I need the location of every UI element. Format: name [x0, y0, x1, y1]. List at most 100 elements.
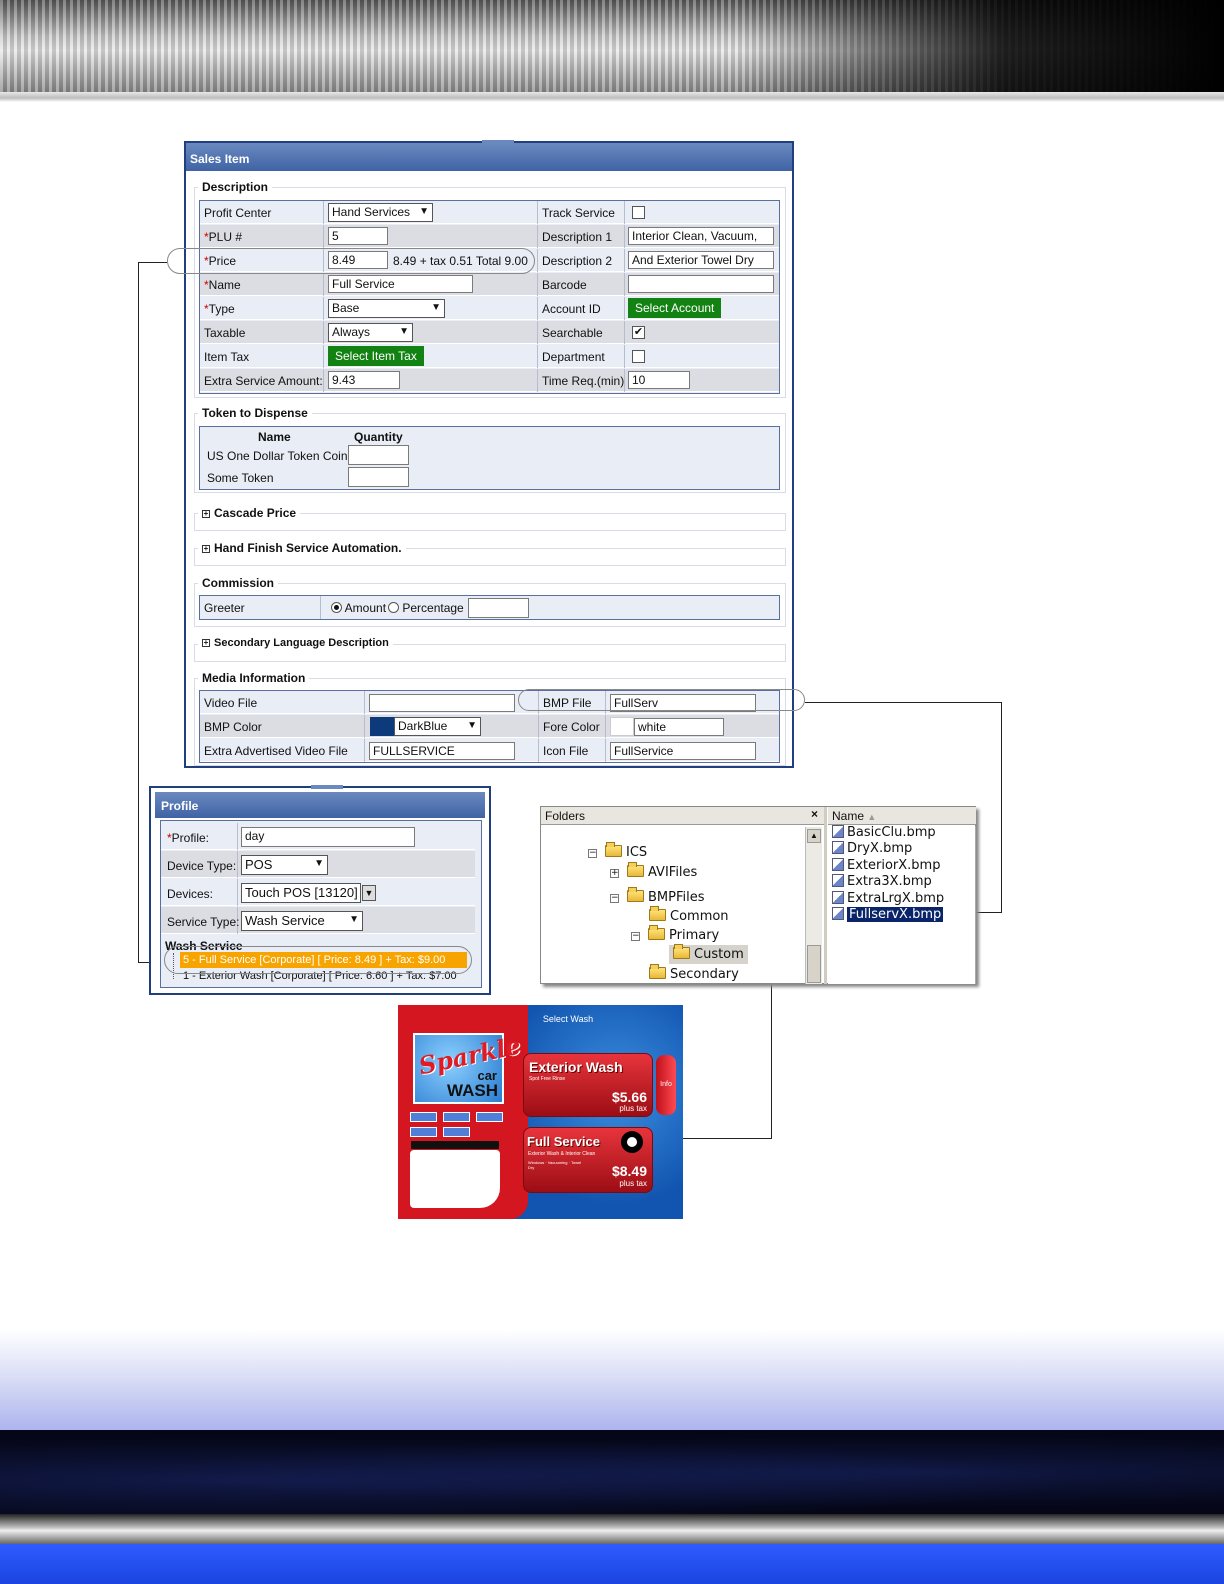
secondary-language-toggle[interactable]: + Secondary Language Description [198, 637, 393, 649]
sort-asc-icon: ▲ [867, 812, 877, 822]
file-item[interactable]: Extra3X.bmp [832, 874, 932, 889]
chevron-down-icon: ▼ [419, 206, 429, 217]
expand-icon[interactable]: + [610, 869, 619, 878]
field-input[interactable]: 10 [628, 371, 690, 389]
field-input[interactable]: 9.43 [328, 371, 400, 389]
exterior-wash-option[interactable]: Exterior Wash Spot Free Rinse $5.66 plus… [523, 1053, 653, 1117]
file-item[interactable]: BasicClu.bmp [832, 825, 936, 840]
greeter-label: Greeter [200, 596, 321, 619]
callout-line [138, 262, 167, 263]
collapse-icon[interactable]: − [588, 849, 597, 858]
chevron-down-icon: ▼ [314, 858, 324, 869]
chevron-down-icon: ▼ [467, 720, 477, 731]
sales-item-title: Sales Item [186, 143, 792, 171]
hand-finish-toggle[interactable]: + Hand Finish Service Automation. [198, 541, 406, 555]
kiosk-strip [411, 1141, 499, 1149]
scroll-up-icon[interactable]: ▲ [807, 829, 821, 843]
collapse-icon[interactable]: − [610, 894, 619, 903]
field-input[interactable]: Full Service [328, 275, 473, 293]
profile-panel: Profile *Profile: day Device Type: POS ▼ … [149, 785, 491, 995]
cascade-price-toggle[interactable]: + Cascade Price [198, 506, 301, 520]
folder-icon [648, 925, 665, 940]
bitmap-file-icon [832, 874, 844, 887]
checkbox-checked[interactable]: ✔ [632, 326, 645, 339]
token-col-quantity: Quantity [354, 430, 403, 444]
field-input[interactable]: And Exterior Towel Dry [628, 251, 774, 269]
kiosk-small-button[interactable] [476, 1112, 503, 1122]
pane-splitter[interactable] [824, 807, 827, 984]
close-icon[interactable]: × [811, 807, 818, 821]
callout-line [138, 262, 139, 963]
percentage-radio[interactable]: Percentage [388, 601, 464, 615]
profile-row: *Profile: day [161, 823, 475, 850]
icon-file-input[interactable]: FullService [610, 742, 756, 760]
tree-folder-avifiles[interactable]: + AVIFiles [610, 862, 697, 880]
checkbox[interactable] [632, 350, 645, 363]
profile-row: Service Type: Wash Service ▼ [161, 907, 475, 934]
amount-radio[interactable]: Amount [331, 601, 386, 615]
select-account-button[interactable]: Select Account [628, 298, 722, 318]
tree-folder-common[interactable]: Common [649, 906, 729, 924]
field-select[interactable]: Base ▼ [328, 299, 445, 318]
field-label: Barcode [538, 273, 625, 296]
tree-folder-primary[interactable]: − Primary [631, 925, 719, 943]
folder-icon [649, 906, 666, 921]
profile-title: Profile [155, 792, 485, 818]
kiosk-header: Select Wash [542, 1014, 594, 1024]
media-row: Extra Advertised Video File FULLSERVICE … [200, 739, 779, 762]
video-file-input[interactable] [369, 694, 515, 712]
expand-icon: + [202, 544, 210, 553]
profile-label: *Profile: [163, 823, 238, 850]
tree-folder-bmpfiles[interactable]: − BMPFiles [610, 887, 705, 905]
panel-drag-tab[interactable] [311, 785, 343, 789]
field-label: Taxable [200, 321, 324, 344]
field-input[interactable]: 5 [328, 227, 388, 245]
devices-select[interactable]: Touch POS [13120] [241, 883, 361, 903]
token-name: US One Dollar Token Coin [207, 449, 348, 463]
file-item[interactable]: DryX.bmp [832, 841, 912, 856]
service-type-select[interactable]: Wash Service ▼ [241, 911, 363, 931]
panel-drag-tab[interactable] [482, 140, 514, 144]
description-grid: Profit Center Hand Services ▼ Track Service… [199, 200, 780, 394]
devices-label: Devices: [163, 879, 238, 906]
file-item[interactable]: ExtraLrgX.bmp [832, 891, 944, 906]
icon-file-label: Icon File [538, 739, 606, 762]
kiosk-small-button[interactable] [410, 1127, 437, 1137]
file-item[interactable]: ExteriorX.bmp [832, 858, 940, 873]
bmp-color-swatch [370, 717, 394, 736]
tree-folder-custom[interactable]: Custom [669, 944, 748, 964]
scroll-thumb[interactable] [807, 945, 821, 983]
bmp-color-select[interactable]: DarkBlue ▼ [394, 717, 481, 736]
info-button[interactable]: Info [656, 1055, 676, 1115]
footer-band [0, 1430, 1224, 1514]
kiosk-small-button[interactable] [443, 1127, 470, 1137]
media-row: BMP Color DarkBlue ▼ Fore Color white [200, 715, 779, 738]
collapse-icon[interactable]: − [631, 932, 640, 941]
field-label: Account ID [538, 297, 625, 320]
tree-folder-secondary[interactable]: Secondary [649, 964, 739, 982]
token-quantity-input[interactable] [348, 467, 409, 487]
field-select[interactable]: Always ▼ [328, 323, 413, 342]
field-input[interactable]: Interior Clean, Vacuum, [628, 227, 774, 245]
field-input[interactable] [628, 275, 774, 293]
token-quantity-input[interactable] [348, 445, 409, 465]
kiosk-small-button[interactable] [443, 1112, 470, 1122]
name-column-header[interactable]: Name ▲ [828, 807, 976, 825]
field-label: Item Tax [200, 345, 324, 368]
file-item-selected[interactable]: FullservX.bmp [832, 907, 944, 922]
commission-value-input[interactable] [468, 598, 529, 618]
checkbox[interactable] [632, 206, 645, 219]
tree-scrollbar[interactable]: ▲ [805, 827, 822, 984]
field-label: Profit Center [200, 201, 324, 224]
select-item-tax-button[interactable]: Select Item Tax [328, 346, 424, 366]
fore-color-input[interactable]: white [634, 718, 724, 736]
profile-input[interactable]: day [241, 827, 415, 847]
device-type-select[interactable]: POS ▼ [241, 855, 328, 875]
tree-folder-ics[interactable]: − ICS [588, 842, 647, 860]
kiosk-small-button[interactable] [410, 1112, 437, 1122]
service-type-label: Service Type: [163, 907, 239, 934]
sparkle-logo: Sparkle car WASH [413, 1031, 523, 1104]
chevron-down-icon[interactable]: ▼ [362, 885, 376, 901]
field-select[interactable]: Hand Services ▼ [328, 203, 433, 222]
extra-video-input[interactable]: FULLSERVICE [369, 742, 515, 760]
